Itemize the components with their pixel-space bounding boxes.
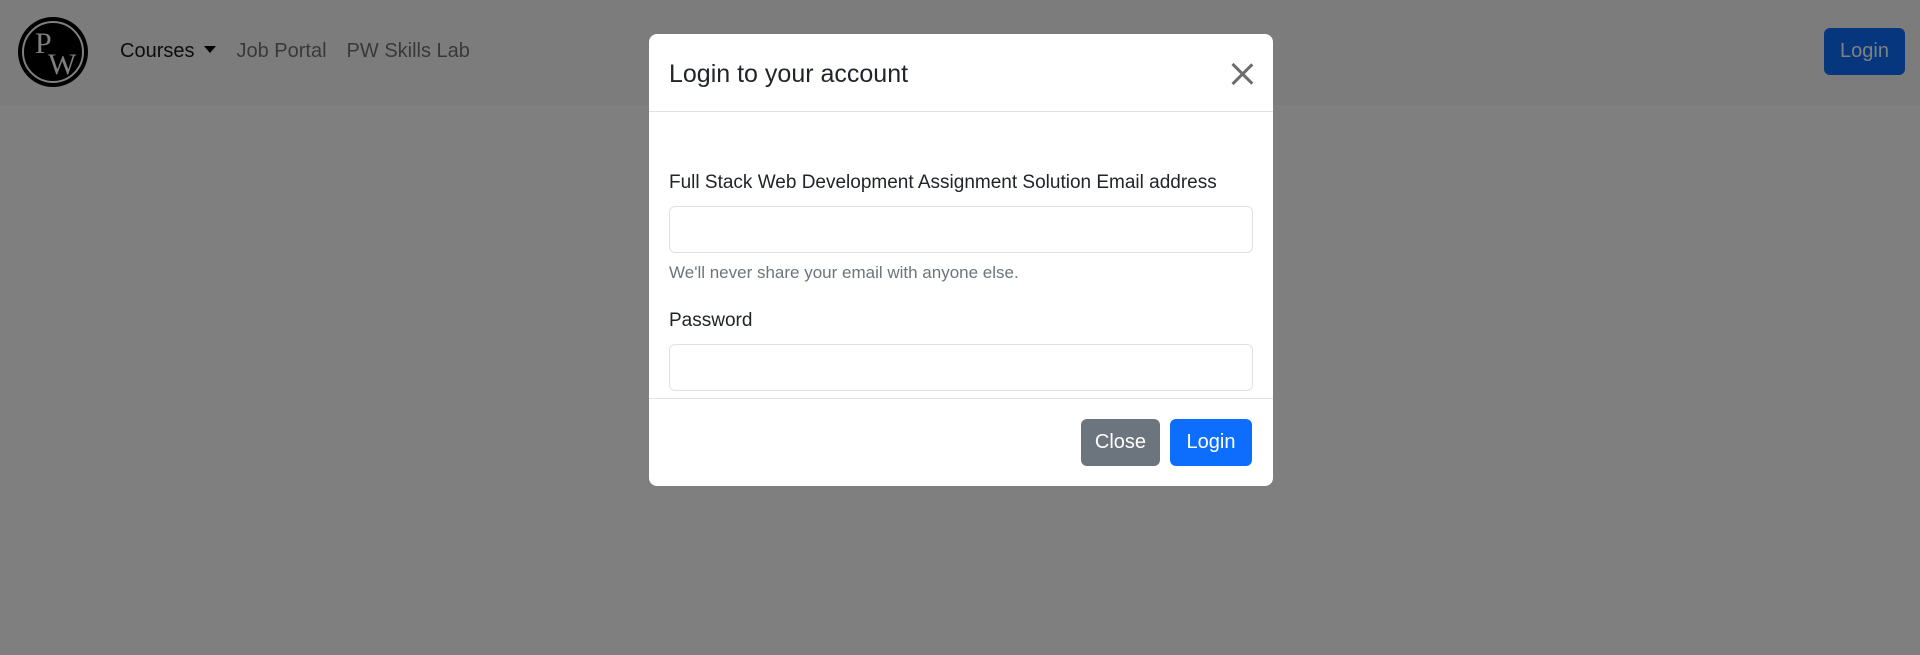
- modal-footer: Close Login: [649, 398, 1273, 486]
- email-input[interactable]: [669, 206, 1253, 253]
- modal-header: Login to your account: [649, 34, 1273, 112]
- password-label: Password: [669, 310, 753, 331]
- close-button[interactable]: Close: [1081, 419, 1160, 466]
- login-modal: Login to your account Full Stack Web Dev…: [649, 34, 1273, 486]
- email-help-text: We'll never share your email with anyone…: [669, 263, 1019, 282]
- modal-title: Login to your account: [669, 60, 909, 88]
- password-input[interactable]: [669, 344, 1253, 391]
- login-button[interactable]: Login: [1170, 419, 1252, 466]
- close-icon[interactable]: [1230, 62, 1254, 86]
- email-label: Full Stack Web Development Assignment So…: [669, 172, 1217, 193]
